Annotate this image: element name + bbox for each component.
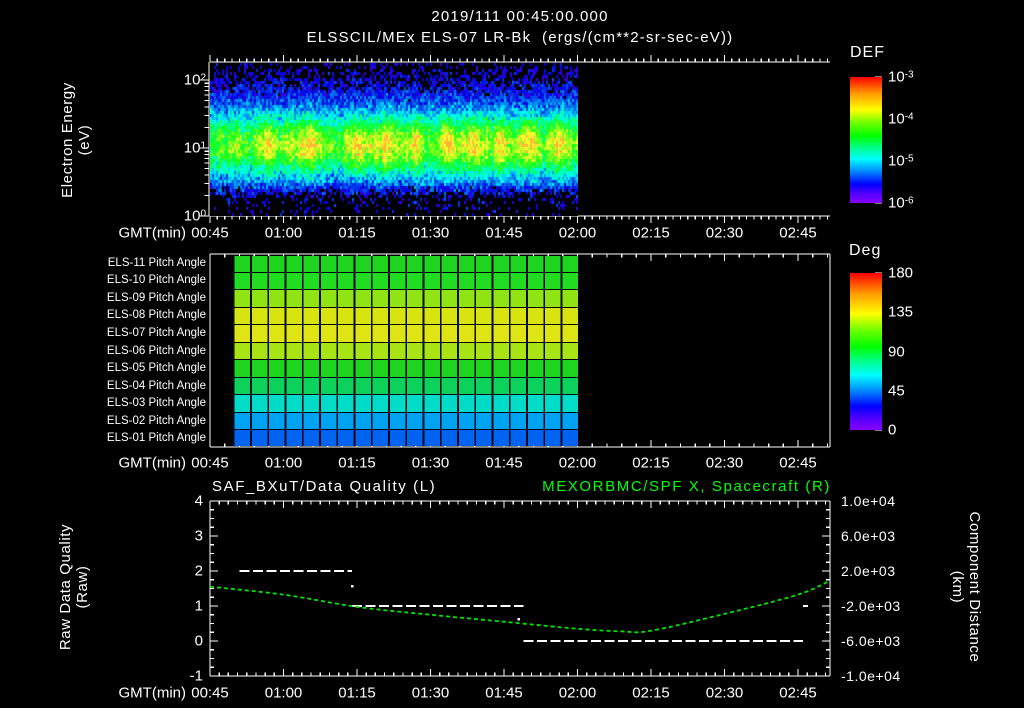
pitch-row-color-cell — [233, 271, 578, 290]
panel1-y-axis-title: Electron Energy (eV) — [59, 82, 93, 198]
panel1-y-axis-title-line1: Electron Energy — [59, 82, 76, 198]
pitch-grid-lines — [233, 272, 578, 290]
pitch-row-color-cell — [233, 341, 578, 360]
def-colorbar — [850, 77, 882, 203]
pitch-row-color-cell — [233, 429, 578, 447]
pitch-row-color-cell — [233, 411, 578, 430]
pitch-row-color-cell — [233, 255, 578, 272]
panel3-left-axis-title-line2: (Raw) — [74, 565, 91, 609]
panel3-left-axis-title: Raw Data Quality (Raw) — [57, 524, 91, 650]
pitch-grid-lines — [233, 325, 578, 342]
panel3-right-axis-title: Component Distance (km) — [949, 512, 983, 663]
panel3-left-series-title: SAF_BXuT/Data Quality (L) — [212, 478, 437, 495]
pitch-row-color-cell — [233, 376, 578, 395]
plot-timestamp-title: 2019/111 00:45:00.000 — [431, 8, 609, 25]
colorbar-def-title: DEF — [850, 44, 885, 61]
pitch-row-color-cell — [233, 306, 578, 325]
panel3-right-series-title: MEXORBMC/SPF X, Spacecraft (R) — [542, 478, 831, 495]
colorbar-deg-title: Deg — [849, 242, 882, 259]
pitch-grid-lines — [233, 430, 578, 447]
data-quality-dot — [351, 585, 354, 588]
pitch-grid-lines — [233, 395, 578, 412]
energy-spectrogram-canvas — [210, 63, 578, 216]
deg-colorbar — [850, 273, 882, 430]
pitch-grid-lines — [233, 307, 578, 325]
pitch-row-color-cell — [233, 324, 578, 342]
instrument-title: ELSSCIL/MEx ELS-07 LR-Bk (ergs/(cm**2-sr… — [306, 29, 734, 46]
pitch-angle-grid — [233, 255, 578, 447]
pitch-grid-lines — [233, 342, 578, 360]
pitch-row-color-cell — [233, 289, 578, 307]
panel3-right-axis-title-line2: (km) — [949, 570, 966, 604]
panel3-right-axis-title-line1: Component Distance — [966, 511, 983, 663]
pitch-grid-lines — [233, 255, 578, 272]
data-quality-dot — [517, 617, 521, 621]
pitch-row-color-cell — [233, 394, 578, 412]
pitch-grid-lines — [233, 412, 578, 430]
panel1-y-axis-title-line2: (eV) — [76, 124, 93, 156]
pitch-grid-lines — [233, 290, 578, 307]
pitch-row-color-cell — [233, 359, 578, 377]
mex-els-plot-page: 2019/111 00:45:00.000 ELSSCIL/MEx ELS-07… — [0, 0, 1024, 708]
pitch-grid-lines — [233, 360, 578, 377]
pitch-grid-lines — [233, 377, 578, 395]
panel3-left-axis-title-line1: Raw Data Quality — [57, 523, 74, 651]
